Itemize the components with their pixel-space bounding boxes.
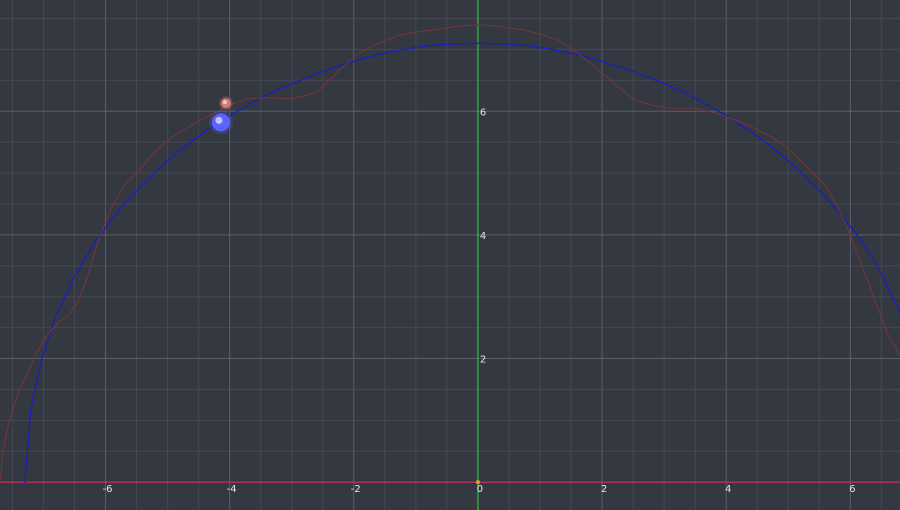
x-tick-label: -4: [227, 484, 237, 495]
coordinate-plot: -6 -4 -2 0 2 4 6 2 4 6: [0, 0, 900, 510]
y-tick-label: 4: [480, 231, 486, 242]
plot-background: [0, 0, 900, 510]
y-tick-label: 2: [480, 355, 486, 366]
x-tick-label: -2: [351, 484, 361, 495]
x-tick-label: 0: [477, 484, 483, 495]
origin-marker: [475, 480, 480, 485]
x-tick-label: 4: [725, 484, 731, 495]
x-tick-label: -6: [103, 484, 113, 495]
y-tick-label: 6: [480, 107, 486, 118]
point-blue-highlight: [215, 116, 223, 124]
x-tick-label: 2: [601, 484, 607, 495]
x-tick-label: 6: [849, 484, 855, 495]
point-red-highlight: [222, 100, 227, 105]
